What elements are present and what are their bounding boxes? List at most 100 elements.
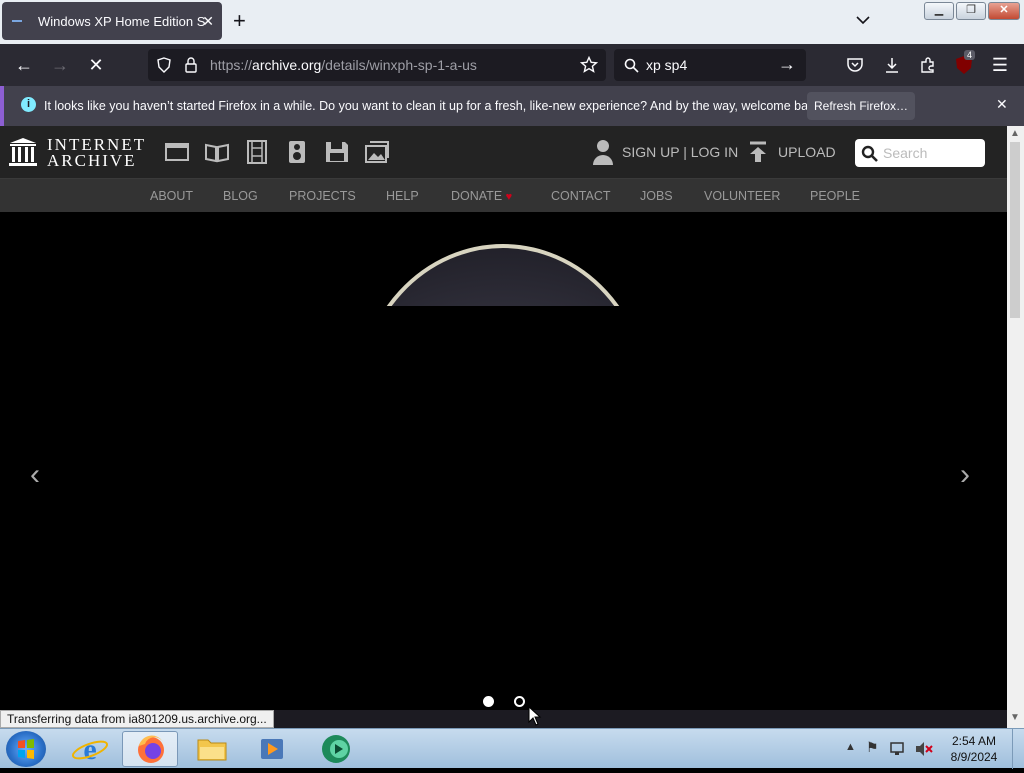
- page-scrollbar[interactable]: ▲ ▼: [1007, 126, 1024, 728]
- nav-projects[interactable]: PROJECTS: [289, 189, 356, 203]
- url-text: https://archive.org/details/winxph-sp-1-…: [210, 57, 477, 73]
- lock-icon[interactable]: [184, 57, 198, 73]
- audio-speaker-icon[interactable]: [284, 140, 310, 164]
- firefox-icon: [138, 735, 164, 763]
- folder-icon: [197, 739, 227, 761]
- carousel-prev-icon[interactable]: ‹: [30, 458, 40, 492]
- taskbar-explorer[interactable]: [184, 731, 240, 767]
- ia-temple-icon: [9, 138, 37, 166]
- scrollbar-thumb[interactable]: [1010, 142, 1020, 318]
- info-icon: i: [21, 97, 36, 112]
- app-menu-icon[interactable]: ☰: [989, 54, 1011, 76]
- network-icon[interactable]: [890, 741, 908, 757]
- heart-icon: ♥: [505, 191, 513, 203]
- mouse-cursor-icon: [528, 706, 542, 726]
- carousel-next-icon[interactable]: ›: [960, 458, 970, 492]
- svg-text:e: e: [83, 733, 96, 766]
- extensions-puzzle-icon[interactable]: [919, 56, 937, 74]
- upload-label: UPLOAD: [778, 144, 836, 160]
- nav-volunteer[interactable]: VOLUNTEER: [704, 189, 780, 203]
- new-tab-button[interactable]: +: [233, 9, 246, 33]
- taskbar-ie[interactable]: e: [62, 731, 118, 767]
- tab-active[interactable]: Windows XP Home Edition Serv ✕: [2, 2, 222, 40]
- user-icon: [593, 140, 613, 165]
- notification-close-icon[interactable]: ✕: [996, 96, 1008, 113]
- sign-in-label: SIGN UP | LOG IN: [622, 144, 739, 160]
- show-desktop-button[interactable]: [1012, 729, 1024, 769]
- taskbar-media-player[interactable]: [244, 731, 300, 767]
- search-icon: [624, 58, 639, 73]
- ia-search-input[interactable]: Search: [855, 139, 985, 167]
- nav-jobs[interactable]: JOBS: [640, 189, 673, 203]
- carousel-dot-1[interactable]: [483, 696, 494, 707]
- tab-title: Windows XP Home Edition Serv: [38, 13, 206, 29]
- image-carousel: ‹ ›: [0, 212, 1007, 710]
- taskbar-firefox[interactable]: [122, 731, 178, 767]
- bookmark-star-icon[interactable]: [580, 56, 598, 74]
- video-film-icon[interactable]: [244, 140, 270, 164]
- carousel-dot-2[interactable]: [514, 696, 525, 707]
- pocket-icon[interactable]: [846, 56, 864, 74]
- web-icon[interactable]: [164, 140, 190, 164]
- ia-search-placeholder: Search: [883, 145, 928, 161]
- nav-people[interactable]: PEOPLE: [810, 189, 860, 203]
- nav-contact[interactable]: CONTACT: [551, 189, 611, 203]
- page-content: INTERNET ARCHIVE SIGN UP | LOG IN UPLOAD …: [0, 126, 1007, 710]
- search-go-icon[interactable]: →: [778, 54, 796, 75]
- firefox-window: Windows XP Home Edition Serv ✕ + ▁ ❐ ✕ ←…: [0, 0, 1024, 728]
- forward-icon[interactable]: →: [49, 54, 71, 76]
- refresh-firefox-button[interactable]: Refresh Firefox…: [807, 92, 915, 120]
- clock-time: 2:54 AM: [951, 734, 997, 748]
- restore-button[interactable]: ❐: [956, 2, 986, 20]
- downloads-icon[interactable]: [883, 56, 901, 74]
- start-button[interactable]: [6, 731, 46, 767]
- tab-close-icon[interactable]: ✕: [202, 13, 214, 30]
- internet-explorer-icon: e: [71, 733, 109, 766]
- refresh-firefox-notification: i It looks like you haven’t started Fire…: [0, 86, 1024, 126]
- tab-favicon-icon: [12, 20, 22, 22]
- search-query: xp sp4: [646, 57, 688, 73]
- url-bar[interactable]: https://archive.org/details/winxph-sp-1-…: [148, 49, 606, 81]
- sign-in-link[interactable]: SIGN UP | LOG IN: [592, 138, 738, 166]
- scroll-down-icon[interactable]: ▼: [1010, 712, 1020, 723]
- ia-search-icon: [861, 145, 878, 162]
- scroll-up-icon[interactable]: ▲: [1010, 128, 1020, 139]
- upload-icon: [750, 141, 766, 162]
- media-player-icon: [261, 739, 283, 759]
- volume-muted-icon[interactable]: [914, 741, 934, 757]
- cd-disc-image: [386, 244, 620, 306]
- back-icon[interactable]: ←: [13, 54, 35, 76]
- list-all-tabs-icon[interactable]: [855, 12, 871, 28]
- status-bar: Transferring data from ia801209.us.archi…: [0, 710, 274, 728]
- clock-date: 8/9/2024: [950, 750, 998, 764]
- notification-message: It looks like you haven’t started Firefo…: [44, 99, 825, 113]
- green-app-icon: [322, 735, 350, 763]
- ia-header: INTERNET ARCHIVE SIGN UP | LOG IN UPLOAD …: [0, 126, 1007, 178]
- windows-logo-icon: [18, 739, 34, 759]
- stop-loading-icon[interactable]: ✕: [85, 54, 107, 76]
- tab-strip: Windows XP Home Edition Serv ✕ + ▁ ❐ ✕: [0, 0, 1024, 44]
- images-icon[interactable]: [364, 140, 390, 164]
- software-floppy-icon[interactable]: [324, 140, 350, 164]
- texts-book-icon[interactable]: [204, 140, 230, 164]
- tray-overflow-icon[interactable]: ▲: [845, 741, 856, 753]
- navigation-toolbar: ← → ✕ https://archive.org/details/winxph…: [0, 44, 1024, 86]
- system-clock[interactable]: 2:54 AM 8/9/2024: [948, 733, 1000, 765]
- windows-taskbar: e ▲ ⚑ 2:54 AM 8/9/2024: [0, 728, 1024, 769]
- tracking-shield-icon[interactable]: [156, 57, 172, 73]
- minimize-button[interactable]: ▁: [924, 2, 954, 20]
- search-bar[interactable]: xp sp4 →: [614, 49, 806, 81]
- upload-link[interactable]: UPLOAD: [748, 138, 836, 166]
- ublock-badge: 4: [964, 50, 976, 60]
- taskbar-app[interactable]: [308, 731, 364, 767]
- ia-nav-bar: ABOUT BLOG PROJECTS HELP DONATE ♥ CONTAC…: [0, 178, 1007, 212]
- window-controls: ▁ ❐ ✕: [924, 2, 1020, 20]
- action-center-flag-icon[interactable]: ⚑: [866, 739, 879, 756]
- ublock-origin-icon[interactable]: 4: [955, 50, 976, 75]
- ia-logo-text: INTERNET ARCHIVE: [47, 135, 147, 170]
- nav-blog[interactable]: BLOG: [223, 189, 258, 203]
- nav-donate[interactable]: DONATE ♥: [451, 189, 512, 203]
- close-window-button[interactable]: ✕: [988, 2, 1020, 20]
- nav-about[interactable]: ABOUT: [150, 189, 193, 203]
- nav-help[interactable]: HELP: [386, 189, 419, 203]
